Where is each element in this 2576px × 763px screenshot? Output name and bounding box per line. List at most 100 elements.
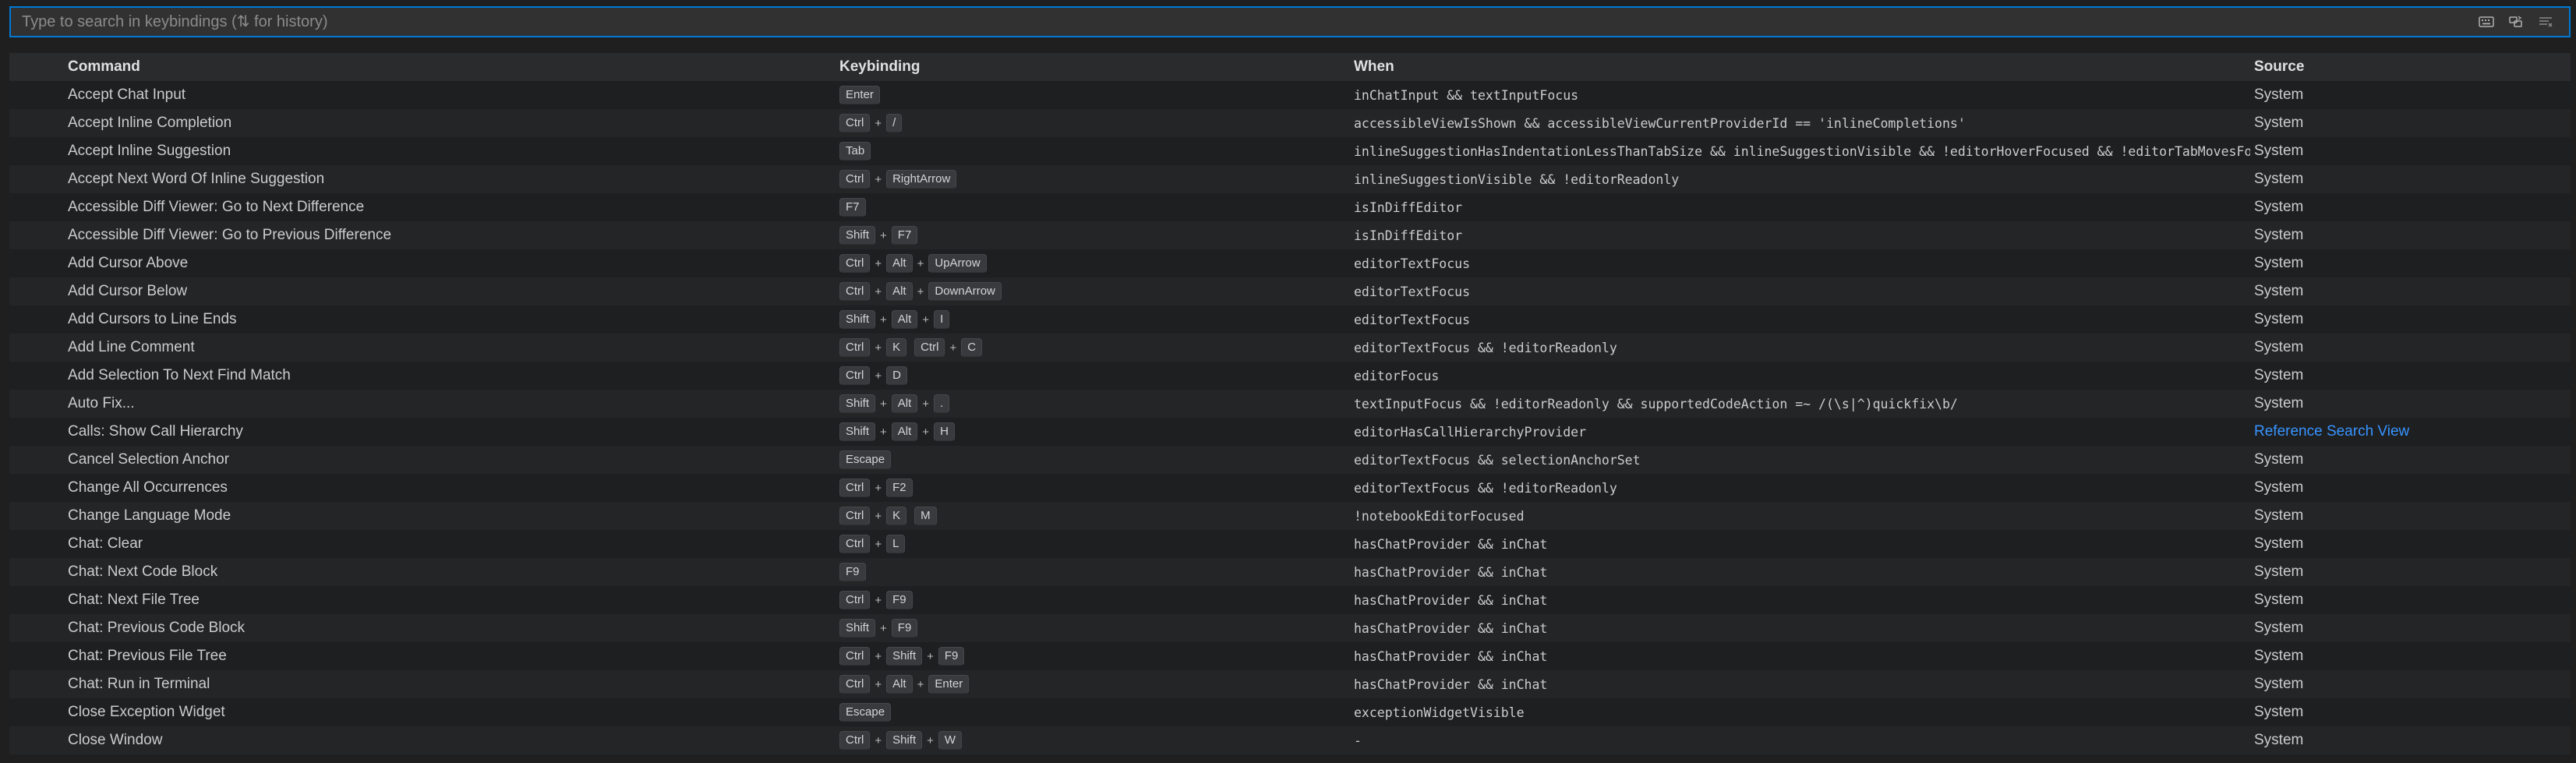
keybinding-cell: Ctrl + Shift + F9: [839, 642, 1346, 670]
table-row[interactable]: Calls: Show Call Hierarchy Shift + Alt + Hedi…: [9, 418, 2571, 446]
key-label: Ctrl: [839, 479, 871, 497]
table-row[interactable]: Accept Inline Suggestion Tab inlineSuggest…: [9, 137, 2571, 165]
key-label: Ctrl: [839, 675, 871, 694]
source-label: System: [2254, 283, 2304, 299]
key-plus: +: [880, 313, 887, 327]
command-label: Accept Inline Completion: [68, 115, 232, 131]
search-bar: [9, 6, 2571, 37]
key-label: C: [961, 338, 983, 357]
command-label: Accept Next Word Of Inline Suggestion: [68, 171, 325, 187]
table-row[interactable]: Add Cursors to Line Ends Shift + Alt + Iedito…: [9, 306, 2571, 334]
key-plus: +: [875, 481, 882, 495]
command-label: Change Language Mode: [68, 507, 231, 524]
key-label: Escape: [839, 450, 892, 469]
command-label: Chat: Previous Code Block: [68, 620, 246, 636]
column-header-when[interactable]: When: [1354, 53, 2250, 81]
table-row[interactable]: Close Window Ctrl + Shift + W - System: [9, 726, 2571, 754]
key-label: Ctrl: [839, 366, 871, 385]
column-header-command[interactable]: Command: [68, 53, 847, 81]
when-clause: -: [1354, 733, 1362, 748]
command-label: Add Cursors to Line Ends: [68, 311, 237, 327]
table-row[interactable]: Add Cursor Above Ctrl + Alt + UpArrow editorTe…: [9, 249, 2571, 277]
table-body: Accept Chat Input Enter inChatInput && tex…: [9, 81, 2571, 754]
table-row[interactable]: Chat: Previous Code Block Shift + F9 hasChat…: [9, 614, 2571, 642]
table-row[interactable]: Accept Inline Completion Ctrl + / accessible…: [9, 109, 2571, 137]
key-label: Shift: [839, 226, 876, 245]
table-row[interactable]: Change All Occurrences Ctrl + F2 editorTextF…: [9, 474, 2571, 502]
keybinding-cell: Ctrl + Alt + UpArrow: [839, 249, 1346, 277]
when-clause: isInDiffEditor: [1354, 200, 1463, 215]
when-clause: editorTextFocus: [1354, 284, 1471, 299]
key-label: UpArrow: [928, 254, 987, 273]
source-label: System: [2254, 339, 2304, 355]
key-label: Alt: [891, 422, 918, 441]
keybinding-cell: Enter: [839, 81, 1346, 109]
key-label: F9: [839, 563, 866, 581]
source-link[interactable]: Reference Search View: [2254, 423, 2409, 440]
key-label: F9: [938, 647, 965, 666]
table-row[interactable]: Chat: Clear Ctrl + LhasChatProvider && inCh…: [9, 530, 2571, 558]
source-label: System: [2254, 479, 2304, 496]
key-label: Ctrl: [839, 282, 871, 301]
key-label: .: [934, 394, 950, 413]
source-label: System: [2254, 732, 2304, 748]
column-header-keybinding[interactable]: Keybinding: [839, 53, 1346, 81]
source-label: System: [2254, 592, 2304, 608]
command-label: Accept Inline Suggestion: [68, 143, 231, 159]
when-clause: hasChatProvider && inChat: [1354, 592, 1548, 608]
table-row[interactable]: Accessible Diff Viewer: Go to Previous D…: [9, 221, 2571, 249]
when-clause: editorTextFocus && !editorReadonly: [1354, 340, 1617, 355]
when-clause: editorTextFocus: [1354, 312, 1471, 327]
when-clause: !notebookEditorFocused: [1354, 508, 1525, 524]
table-row[interactable]: Add Cursor Below Ctrl + Alt + DownArrow editor…: [9, 277, 2571, 306]
table-row[interactable]: Chat: Previous File Tree Ctrl + Shift + F9 has…: [9, 642, 2571, 670]
key-label: Escape: [839, 703, 892, 722]
key-label: Ctrl: [839, 507, 871, 525]
table-row[interactable]: Add Line Comment Ctrl + K Ctrl + CeditorTextFo…: [9, 334, 2571, 362]
keybinding-cell: Ctrl + F9: [839, 586, 1346, 614]
table-row[interactable]: Cancel Selection Anchor Escape editorTextF…: [9, 446, 2571, 474]
key-plus: +: [875, 649, 882, 663]
keybinding-cell: Shift + F9: [839, 614, 1346, 642]
key-plus: +: [880, 228, 887, 242]
table-row[interactable]: Chat: Run in Terminal Ctrl + Alt + Enter hasCh…: [9, 670, 2571, 698]
key-plus: +: [917, 256, 924, 270]
table-row[interactable]: Chat: Next File Tree Ctrl + F9 hasChatProvid…: [9, 586, 2571, 614]
when-clause: hasChatProvider && inChat: [1354, 676, 1548, 692]
table-row[interactable]: Add Selection To Next Find Match Ctrl + Ded…: [9, 362, 2571, 390]
table-row[interactable]: Change Language Mode Ctrl + K M !notebookEdit…: [9, 502, 2571, 530]
sort-precedence-icon[interactable]: [2507, 12, 2525, 31]
when-clause: hasChatProvider && inChat: [1354, 564, 1548, 580]
table-row[interactable]: Close Exception Widget Escape exceptionWid…: [9, 698, 2571, 726]
table-row[interactable]: Accept Chat Input Enter inChatInput && tex…: [9, 81, 2571, 109]
column-header-source[interactable]: Source: [2254, 53, 2558, 81]
key-label: RightArrow: [886, 170, 957, 189]
when-clause: exceptionWidgetVisible: [1354, 705, 1525, 720]
table-row[interactable]: Accessible Diff Viewer: Go to Next Diffe…: [9, 193, 2571, 221]
command-label: Close Window: [68, 732, 163, 748]
key-label: Enter: [839, 86, 880, 104]
keybinding-cell: Shift + Alt + H: [839, 418, 1346, 446]
keyboard-icon[interactable]: [2477, 12, 2496, 31]
command-label: Calls: Show Call Hierarchy: [68, 423, 243, 440]
keybindings-search-input[interactable]: [11, 8, 2477, 36]
command-label: Chat: Previous File Tree: [68, 648, 227, 664]
command-label: Add Cursor Above: [68, 255, 189, 271]
keybinding-cell: Escape: [839, 698, 1346, 726]
clear-filter-icon[interactable]: [2536, 12, 2555, 31]
key-label: Shift: [839, 619, 876, 638]
keybinding-cell: Shift + F7: [839, 221, 1346, 249]
table-row[interactable]: Accept Next Word Of Inline Suggestion Ctr…: [9, 165, 2571, 193]
key-plus: +: [875, 256, 882, 270]
when-clause: editorTextFocus && selectionAnchorSet: [1354, 452, 1641, 468]
keybinding-cell: F9: [839, 558, 1346, 586]
table-row[interactable]: Auto Fix... Shift + Alt +. textInputFocus && …: [9, 390, 2571, 418]
key-plus: +: [875, 677, 882, 691]
when-clause: hasChatProvider && inChat: [1354, 648, 1548, 664]
key-label: Enter: [928, 675, 970, 694]
command-label: Close Exception Widget: [68, 704, 225, 720]
key-label: F9: [891, 619, 918, 638]
table-row[interactable]: Chat: Next Code Block F9 hasChatProvider &…: [9, 558, 2571, 586]
table-header: Command Keybinding When Source: [9, 53, 2571, 81]
keybinding-cell: Escape: [839, 446, 1346, 474]
